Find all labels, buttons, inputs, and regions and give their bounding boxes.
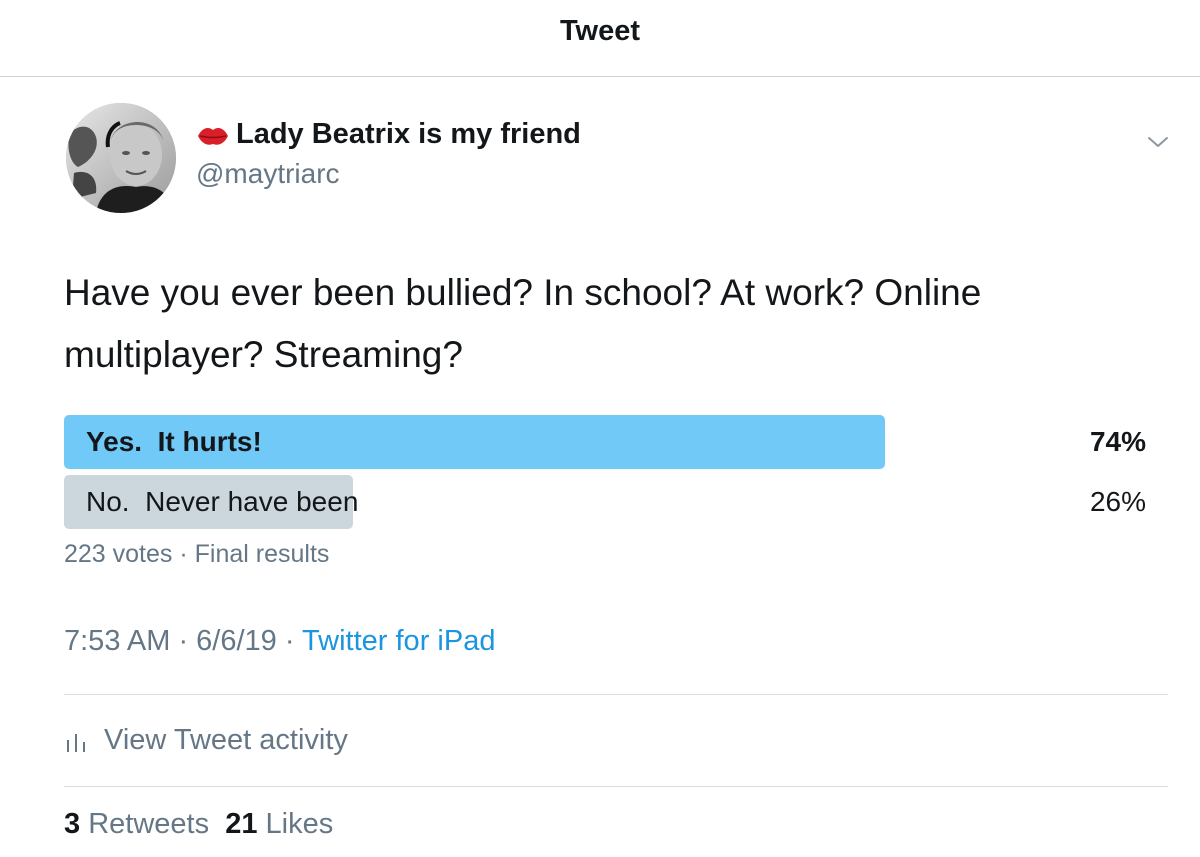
retweets-label: Retweets — [88, 808, 210, 840]
tweet-timestamp: 7:53 AM · 6/6/19 · Twitter for iPad — [64, 625, 495, 658]
poll-summary: 223 votes · Final results — [64, 540, 330, 568]
page-title: Tweet — [559, 14, 641, 47]
engagement-stats: 3 Retweets 21 Likes — [64, 808, 333, 841]
avatar[interactable] — [66, 103, 176, 213]
poll-option: No. Never have been 26% — [64, 475, 1146, 529]
likes-count: 21 — [225, 808, 258, 840]
author-name-row[interactable]: Lady Beatrix is my friend — [196, 118, 581, 151]
retweets-count: 3 — [64, 808, 81, 840]
likes-label: Likes — [265, 808, 334, 840]
tweet-text: Have you ever been bullied? In school? A… — [64, 272, 982, 375]
bar-chart-icon — [64, 728, 90, 754]
time-date: 7:53 AM · 6/6/19 · — [64, 625, 303, 657]
poll-option: Yes. It hurts! 74% — [64, 415, 1146, 469]
user-handle[interactable]: @maytriarc — [196, 158, 340, 190]
retweets-link[interactable]: 3 Retweets — [64, 808, 209, 840]
divider — [64, 694, 1168, 695]
view-activity-label: View Tweet activity — [104, 724, 348, 756]
source-link[interactable]: Twitter for iPad — [302, 625, 495, 657]
top-nav-bar: Tweet — [0, 0, 1200, 77]
likes-link[interactable]: 21 Likes — [225, 808, 333, 840]
view-activity-button[interactable]: View Tweet activity — [64, 724, 348, 757]
display-name: Lady Beatrix is my friend — [236, 118, 581, 150]
poll-option-percent: 74% — [1089, 426, 1146, 457]
avatar-photo — [66, 103, 176, 213]
poll-option-label: No. Never have been — [86, 486, 359, 517]
chevron-down-icon[interactable] — [1146, 130, 1170, 154]
divider — [64, 786, 1168, 787]
poll-option-percent: 26% — [1089, 486, 1146, 517]
lips-icon — [196, 123, 230, 147]
poll-option-label: Yes. It hurts! — [86, 426, 262, 457]
